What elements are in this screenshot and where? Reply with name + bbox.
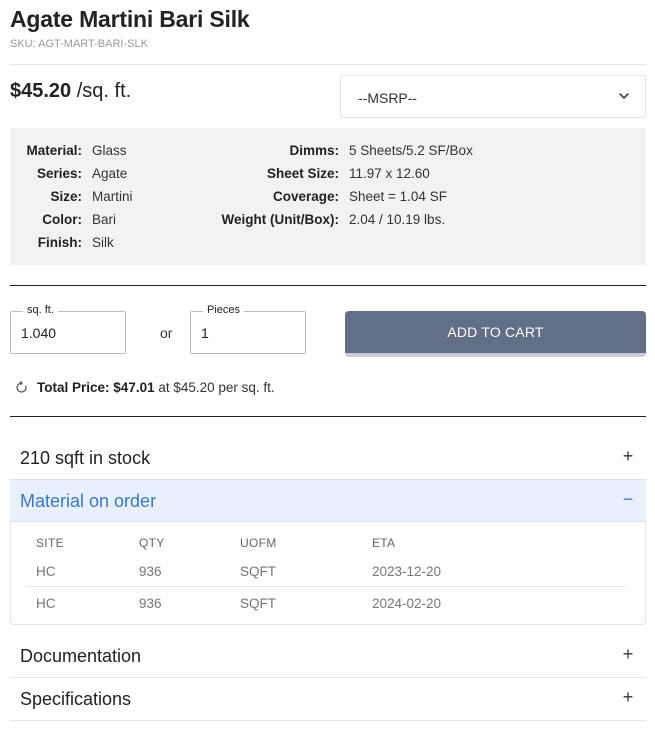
on-order-table: SITE QTY UOFM ETA HC 936 SQFT 2023-12-20… [10, 522, 646, 625]
divider [10, 64, 646, 65]
total-price-amount: $47.01 [113, 380, 155, 395]
pieces-field-label: Pieces [203, 304, 245, 316]
minus-icon: − [622, 489, 634, 509]
plus-icon: + [622, 644, 634, 664]
product-title: Agate Martini Bari Silk [10, 6, 250, 32]
sqft-field-value: 1.040 [21, 325, 57, 341]
table-cell: 2024-02-20 [372, 596, 442, 611]
accordion-on-order-title: Material on order [20, 491, 157, 511]
total-price-suffix: at $45.20 per sq. ft. [158, 380, 275, 395]
spec-value: 2.04 / 10.19 lbs. [349, 212, 446, 227]
spec-label: Size: [50, 189, 82, 204]
pieces-field[interactable]: Pieces 1 [190, 304, 306, 354]
table-cell: SQFT [240, 564, 276, 579]
add-to-cart-button[interactable]: ADD TO CART [345, 311, 646, 357]
table-cell: HC [36, 596, 56, 611]
table-cell: SQFT [240, 596, 276, 611]
total-price: Total Price: $47.01 at $45.20 per sq. ft… [37, 380, 275, 395]
table-cell: HC [36, 564, 56, 579]
divider [10, 416, 646, 417]
column-header-qty: QTY [139, 536, 165, 550]
accordion-stock-title: 210 sqft in stock [20, 448, 151, 468]
accordion-specifications[interactable]: Specifications + [10, 678, 646, 721]
msrp-select-value: --MSRP-- [358, 90, 418, 106]
pieces-field-value: 1 [201, 325, 209, 341]
spec-label: Coverage: [272, 189, 339, 204]
spec-label: Dimms: [289, 143, 339, 158]
accordion-specifications-title: Specifications [20, 689, 132, 709]
product-sku: SKU: AGT-MART-BARI-SLK [10, 38, 148, 50]
msrp-select[interactable]: --MSRP-- [340, 75, 646, 118]
spec-label: Color: [42, 212, 82, 227]
table-cell: 936 [139, 564, 162, 579]
spec-label: Material: [26, 143, 82, 158]
accordion-stock[interactable]: 210 sqft in stock + [10, 437, 646, 480]
sqft-field[interactable]: sq. ft. 1.040 [10, 304, 126, 354]
plus-icon: + [622, 687, 634, 707]
spec-value: Agate [92, 166, 128, 181]
sqft-field-label: sq. ft. [23, 304, 58, 316]
spec-label: Sheet Size: [266, 166, 339, 181]
plus-icon: + [622, 446, 634, 466]
row-divider [26, 586, 626, 587]
spec-value: Bari [92, 212, 117, 227]
or-label: or [160, 325, 173, 341]
accordion-documentation[interactable]: Documentation + [10, 635, 646, 678]
table-cell: 936 [139, 596, 162, 611]
specs-panel: Material: Glass Series: Agate Size: Mart… [10, 128, 646, 265]
spec-value: Sheet = 1.04 SF [349, 189, 447, 204]
divider [10, 285, 646, 286]
spec-value: Glass [92, 143, 127, 158]
spec-label: Weight (Unit/Box): [221, 212, 339, 227]
table-cell: 2023-12-20 [372, 564, 442, 579]
column-header-eta: ETA [372, 536, 396, 550]
column-header-uofm: UOFM [240, 536, 277, 550]
price-unit: /sq. ft. [76, 80, 132, 102]
spec-label: Finish: [37, 235, 82, 250]
total-price-label: Total Price: [37, 380, 110, 395]
spec-label: Series: [36, 166, 82, 181]
refresh-icon [16, 381, 27, 393]
accordion-on-order[interactable]: Material on order − [10, 479, 646, 522]
spec-value: 5 Sheets/5.2 SF/Box [349, 143, 473, 158]
column-header-site: SITE [36, 536, 64, 550]
price-amount: $45.20 [10, 80, 72, 102]
spec-value: 11.97 x 12.60 [349, 166, 430, 181]
spec-value: Martini [92, 189, 133, 204]
price: $45.20 /sq. ft. [10, 80, 131, 103]
chevron-down-icon [619, 93, 629, 99]
spec-value: Silk [92, 235, 114, 250]
accordion-documentation-title: Documentation [20, 646, 142, 666]
